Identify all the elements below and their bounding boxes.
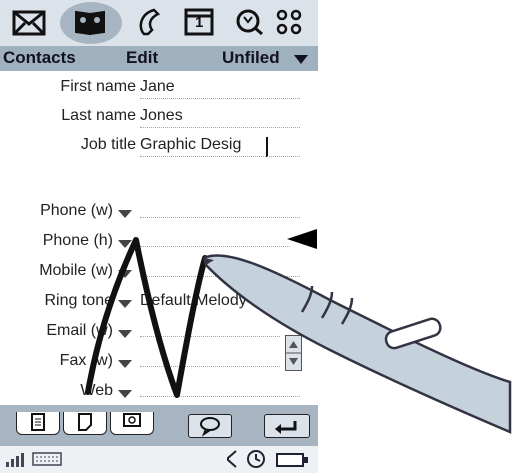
field-label-mobile-w: Mobile (w) xyxy=(39,262,113,279)
calendar-day: 1 xyxy=(195,14,204,31)
field-label-email-w: Email (w) xyxy=(46,322,113,339)
chevron-down-icon[interactable] xyxy=(118,360,132,368)
field-label-fax-w: Fax (w) xyxy=(59,352,113,369)
field-underline xyxy=(140,336,280,337)
stylus-slot xyxy=(384,317,442,350)
speech-bubble-icon xyxy=(200,417,220,437)
mail-icon[interactable] xyxy=(8,0,58,46)
field-underline xyxy=(140,366,280,367)
tab-photo[interactable] xyxy=(110,412,154,435)
status-bar xyxy=(0,446,318,473)
menu-bar: Contacts Edit Unfiled xyxy=(0,46,318,71)
field-label-phone-w: Phone (w) xyxy=(40,202,113,219)
field-label-ring-tone: Ring tone xyxy=(44,292,114,309)
last-name-field[interactable]: Jones xyxy=(140,107,183,125)
comment-button[interactable] xyxy=(188,414,232,438)
field-underline xyxy=(140,246,290,247)
menu-edit[interactable]: Edit xyxy=(126,48,158,68)
chevron-down-icon[interactable] xyxy=(118,300,132,308)
phone-handset-icon[interactable] xyxy=(128,0,178,46)
battery-icon xyxy=(276,453,308,467)
keyboard-icon[interactable] xyxy=(32,451,64,467)
chevron-down-icon[interactable] xyxy=(118,210,132,218)
field-underline xyxy=(140,276,300,277)
photo-tab-icon xyxy=(123,413,141,427)
chevron-down-icon xyxy=(294,55,308,64)
contacts-book-icon[interactable] xyxy=(68,0,118,46)
signal-icon xyxy=(6,453,24,467)
job-title-underline xyxy=(140,156,300,157)
clock-icon[interactable] xyxy=(246,449,268,469)
calendar-icon[interactable]: 1 xyxy=(178,0,228,46)
chevron-down-icon[interactable] xyxy=(118,390,132,398)
last-name-label: Last name xyxy=(61,107,136,124)
chevron-down-icon[interactable] xyxy=(118,240,132,248)
first-name-label: First name xyxy=(60,78,136,95)
first-name-field[interactable]: Jane xyxy=(140,78,175,96)
tab-list[interactable] xyxy=(16,412,60,435)
text-cursor xyxy=(266,137,268,157)
list-tab-icon xyxy=(31,413,45,431)
field-underline xyxy=(140,217,300,218)
scroll-control[interactable] xyxy=(285,335,302,371)
speaker-icon[interactable] xyxy=(222,449,242,469)
chevron-down-icon[interactable] xyxy=(118,330,132,338)
note-tab-icon xyxy=(78,413,92,431)
tab-note[interactable] xyxy=(63,412,107,435)
chevron-down-icon[interactable] xyxy=(118,270,132,278)
apps-grid-icon[interactable] xyxy=(270,0,320,46)
folder-dropdown[interactable]: Unfiled xyxy=(222,48,280,68)
stylus-grip-marks xyxy=(300,285,354,325)
field-underline xyxy=(140,396,300,397)
back-button[interactable] xyxy=(264,414,310,438)
field-label-phone-h: Phone (h) xyxy=(42,232,113,249)
app-launcher-bar: 1 xyxy=(0,0,318,46)
back-arrow-icon xyxy=(275,421,297,434)
menu-contacts[interactable]: Contacts xyxy=(3,48,76,68)
job-title-label: Job title xyxy=(80,136,136,153)
field-label-web: Web xyxy=(80,382,113,399)
job-title-field[interactable]: Graphic Desig xyxy=(140,136,241,154)
ring-tone-value[interactable]: Default Melody xyxy=(140,292,247,310)
last-name-underline xyxy=(140,127,300,128)
first-name-underline xyxy=(140,98,300,99)
pointer-arrow-icon xyxy=(287,229,317,249)
